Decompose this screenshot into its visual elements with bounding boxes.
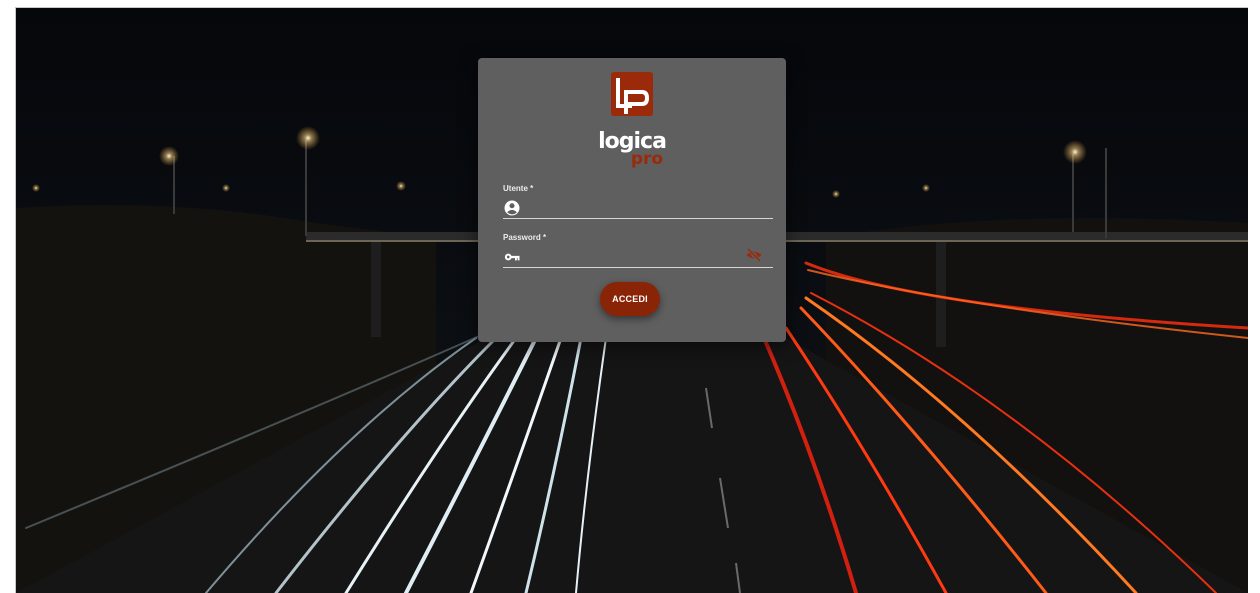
eye-off-icon[interactable] [744, 246, 764, 264]
logo-word-sub: pro [631, 149, 663, 168]
password-label: Password * [503, 233, 547, 242]
username-label: Utente * [503, 184, 534, 193]
password-input[interactable] [503, 248, 773, 268]
login-submit-button[interactable]: ACCEDI [600, 282, 660, 316]
username-input[interactable] [503, 199, 773, 219]
logica-pro-logo: logica pro [598, 72, 667, 168]
login-card: logica pro Utente * Password * ACCEDI [478, 58, 786, 342]
login-page: logica pro Utente * Password * ACCEDI [15, 7, 1248, 593]
